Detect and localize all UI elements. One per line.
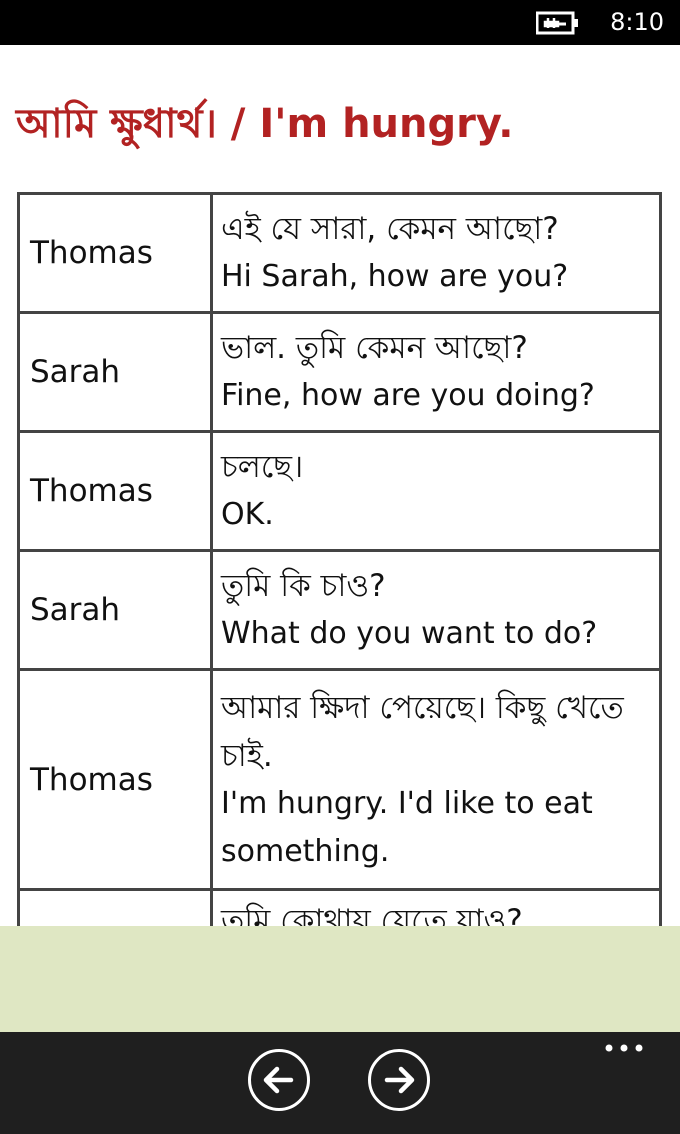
arrow-right-icon: [384, 1066, 415, 1094]
ad-banner[interactable]: [0, 926, 680, 1032]
speaker-cell: Sarah: [17, 311, 213, 433]
speaker-cell: Thomas: [17, 668, 213, 891]
table-row: Thomas এই যে সারা, কেমন আছো? Hi Sarah, h…: [17, 192, 662, 314]
bengali-text: এই যে সারা, কেমন আছো?: [221, 211, 559, 247]
line-cell: আমার ক্ষিদা পেয়েছে। কিছু খেতে চাই. I'm …: [210, 668, 662, 891]
status-bar: 8:10: [0, 0, 680, 45]
english-text: Hi Sarah, how are you?: [221, 259, 569, 294]
speaker-cell: Sarah: [17, 549, 213, 671]
line-cell: তুমি কি চাও? What do you want to do?: [210, 549, 662, 671]
arrow-left-icon: [263, 1066, 294, 1094]
english-text: What do you want to do?: [221, 616, 598, 651]
app-bar: [0, 1032, 680, 1134]
bengali-text: আমার ক্ষিদা পেয়েছে। কিছু খেতে চাই.: [221, 689, 624, 774]
english-text: I'm hungry. I'd like to eat something.: [221, 785, 593, 869]
table-row: Thomas চলছে। OK.: [17, 430, 662, 552]
line-cell: এই যে সারা, কেমন আছো? Hi Sarah, how are …: [210, 192, 662, 314]
table-row: Thomas আমার ক্ষিদা পেয়েছে। কিছু খেতে চা…: [17, 668, 662, 891]
english-text: Fine, how are you doing?: [221, 378, 595, 413]
clock: 8:10: [610, 8, 664, 36]
table-row: Sarah তুমি কি চাও? What do you want to d…: [17, 549, 662, 671]
english-text: OK.: [221, 497, 274, 532]
forward-button[interactable]: [368, 1049, 430, 1111]
battery-charging-icon: [536, 11, 578, 35]
bengali-text: তুমি কি চাও?: [221, 568, 386, 604]
speaker-cell: Thomas: [17, 192, 213, 314]
bengali-text: চলছে।: [221, 449, 304, 485]
line-cell: ভাল. তুমি কেমন আছো? Fine, how are you do…: [210, 311, 662, 433]
page-title: আমি ক্ষুধার্থ। / I'm hungry.: [16, 101, 514, 147]
table-row: Sarah ভাল. তুমি কেমন আছো? Fine, how are …: [17, 311, 662, 433]
bengali-text: ভাল. তুমি কেমন আছো?: [221, 330, 528, 366]
back-button[interactable]: [248, 1049, 310, 1111]
speaker-cell: Thomas: [17, 430, 213, 552]
ellipsis-icon[interactable]: [604, 1042, 644, 1054]
dialogue-table: Thomas এই যে সারা, কেমন আছো? Hi Sarah, h…: [17, 192, 662, 1010]
line-cell: চলছে। OK.: [210, 430, 662, 552]
